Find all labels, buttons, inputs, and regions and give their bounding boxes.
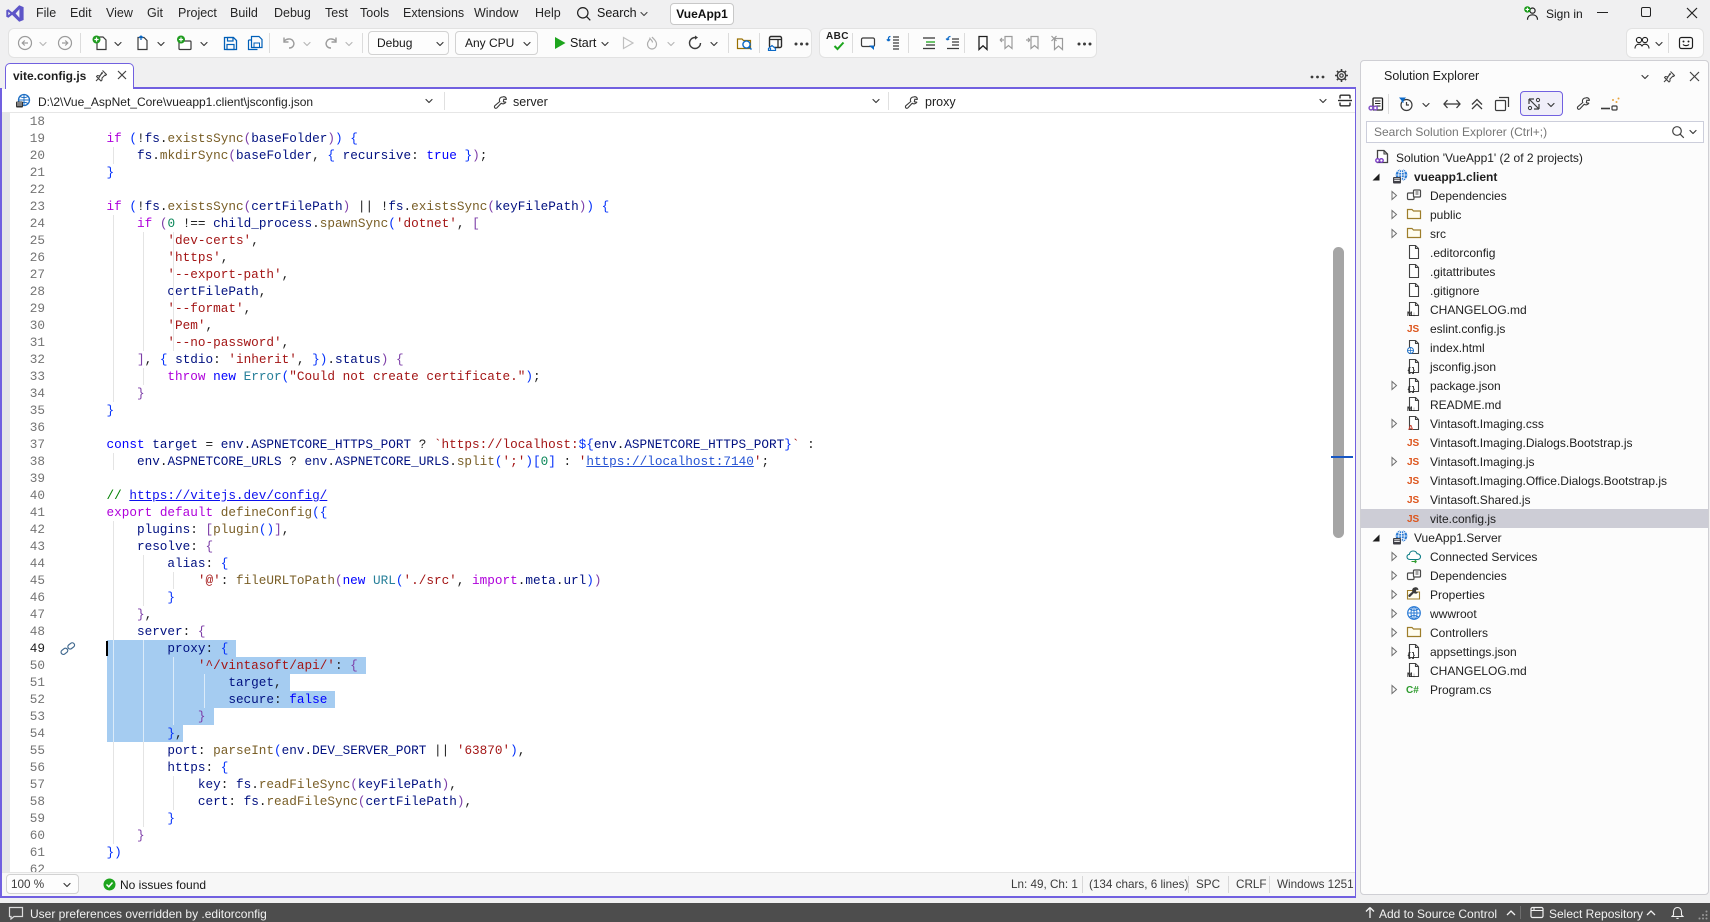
svg-text:{}: {}: [1407, 368, 1415, 375]
svg-text:{}: {}: [1407, 387, 1415, 394]
svg-text:JS: JS: [1407, 324, 1420, 335]
svg-text:M↓: M↓: [1407, 672, 1416, 678]
svg-text:JS: JS: [1407, 476, 1420, 487]
svg-text:{}: {}: [1407, 653, 1415, 660]
svg-text:JS: JS: [1407, 495, 1420, 506]
svg-text:JS: JS: [1407, 514, 1420, 525]
svg-text:JS: JS: [1407, 457, 1420, 468]
svg-text:C#: C#: [1406, 685, 1419, 696]
svg-text:M↓: M↓: [1407, 311, 1416, 317]
svg-text:M↓: M↓: [1407, 406, 1416, 412]
svg-text:JS: JS: [1407, 438, 1420, 449]
svg-text:A: A: [1408, 423, 1414, 431]
